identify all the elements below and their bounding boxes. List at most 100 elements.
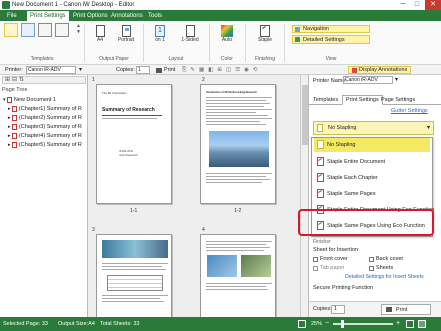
printer-dropdown-icon[interactable]: ▾ bbox=[79, 66, 82, 74]
page-thumbnail[interactable]: The 3D Corporation Summary of Research J… bbox=[96, 84, 172, 204]
color-mode-button[interactable]: Auto bbox=[216, 25, 238, 43]
panel-copies-label: Copies: bbox=[313, 306, 332, 312]
status-total-sheets: Total Sheets: 33 bbox=[100, 321, 140, 327]
orientation-button[interactable]: Portrait bbox=[114, 25, 138, 43]
toolbar-tool-icons[interactable]: ⎘✎▦◧⊞◫☰◉⟲ bbox=[182, 66, 262, 74]
navigation-icon bbox=[295, 26, 300, 32]
back-cover-checkbox[interactable]: Back cover bbox=[369, 256, 403, 262]
window-title: New Document 1 - Canon iW Desktop - Edit… bbox=[12, 2, 135, 8]
secure-printing-heading: Secure Printing Function bbox=[313, 285, 374, 291]
panel-copies-input[interactable]: 1 bbox=[331, 305, 345, 314]
gutter-settings-link[interactable]: Gutter Settings bbox=[391, 108, 428, 114]
chapter-icon bbox=[11, 141, 17, 148]
sided-button[interactable]: 1-Sided bbox=[176, 25, 204, 43]
zoom-out-icon[interactable]: − bbox=[325, 320, 329, 327]
tab-tools[interactable]: Tools bbox=[145, 11, 165, 21]
page-view: 1 2 The 3D Corporation Summary of Resear… bbox=[88, 75, 308, 319]
template-icon[interactable] bbox=[38, 23, 52, 37]
panel-printer-select[interactable]: Canon iR-ADV bbox=[343, 76, 393, 84]
ribbon: ▲ ▼ Templates A4 Portrait Output Paper 1 … bbox=[0, 21, 441, 65]
output-paper-group-label: Output Paper bbox=[99, 56, 129, 62]
tab-print-settings[interactable]: Print Settings bbox=[27, 11, 69, 21]
page-photo bbox=[241, 255, 271, 277]
panel-printer-dropdown-icon[interactable]: ▾ bbox=[395, 76, 398, 84]
stapling-option[interactable]: Staple Each Chapter bbox=[314, 171, 378, 185]
view-mode-icon[interactable] bbox=[406, 320, 414, 328]
chapter-icon bbox=[11, 114, 17, 121]
page-thumbnail[interactable]: Introduction of 3D Ink Recording Researc… bbox=[200, 84, 276, 204]
template-icon[interactable] bbox=[21, 23, 35, 37]
page-title-text: Summary of Research bbox=[102, 107, 155, 113]
view-group-label: View bbox=[325, 56, 337, 62]
sheets-checkbox[interactable]: Sheets bbox=[369, 265, 393, 271]
copies-input[interactable]: 1 bbox=[136, 66, 150, 74]
page-photo bbox=[102, 240, 168, 258]
zoom-slider-thumb[interactable] bbox=[341, 320, 344, 328]
tree-item-chapter[interactable]: ▸ (Chapter2) Summary of R bbox=[8, 114, 82, 122]
zoom-slider[interactable] bbox=[333, 320, 393, 328]
app-icon bbox=[2, 1, 10, 9]
maximize-button[interactable]: □ bbox=[410, 0, 424, 10]
tree-tool-icons[interactable]: ⊞⊟⇅ bbox=[5, 76, 26, 83]
fit-page-icon[interactable] bbox=[298, 320, 306, 328]
navigation-button[interactable]: Navigation bbox=[292, 25, 370, 33]
one-sided-icon bbox=[185, 25, 195, 37]
detailed-settings-button[interactable]: Detailed Settings bbox=[292, 35, 370, 44]
chapter-number: 3 bbox=[92, 227, 95, 233]
printer-select[interactable]: Canon iR-ADV bbox=[26, 66, 76, 74]
detailed-settings-label: Detailed Settings bbox=[303, 36, 345, 43]
display-annotations-button[interactable]: Display Annotations bbox=[348, 66, 412, 74]
view-mode-icon[interactable] bbox=[418, 320, 426, 328]
page-thumbnail[interactable] bbox=[96, 234, 172, 319]
template-scroll-icon[interactable]: ▲ ▼ bbox=[76, 23, 81, 41]
color-group-label: Color bbox=[221, 56, 233, 62]
tab-page-settings[interactable]: Page Settings bbox=[381, 96, 415, 104]
panel-print-button[interactable]: Print bbox=[381, 304, 431, 315]
close-button[interactable]: ✕ bbox=[425, 0, 441, 10]
tree-item-chapter[interactable]: ▸ (Chapter1) Summary of R bbox=[8, 105, 82, 113]
staple-button[interactable]: Staple bbox=[252, 25, 278, 43]
stapling-option[interactable]: No Stapling bbox=[314, 138, 430, 152]
front-cover-checkbox[interactable]: Front cover bbox=[313, 256, 348, 262]
paper-size-button[interactable]: A4 bbox=[91, 25, 109, 43]
tab-print-settings-panel[interactable]: Print Settings bbox=[342, 95, 383, 105]
output-paper-group: A4 Portrait Output Paper bbox=[88, 23, 140, 63]
template-icon[interactable] bbox=[55, 23, 69, 37]
page-table bbox=[107, 275, 163, 291]
document-icon bbox=[6, 96, 12, 103]
stapling-option[interactable]: Staple Same Pages bbox=[314, 187, 376, 201]
tree-item-chapter[interactable]: ▸ (Chapter3) Summary of R bbox=[8, 123, 82, 131]
pages-per-sheet-button[interactable]: 1 on 1 bbox=[150, 25, 170, 43]
chapter-number: 1 bbox=[92, 77, 95, 83]
zoom-in-icon[interactable]: + bbox=[396, 320, 400, 327]
view-group: Navigation Detailed Settings View bbox=[288, 23, 374, 63]
tab-print-options[interactable]: Print Options bbox=[70, 11, 111, 21]
page-thumbnail[interactable] bbox=[200, 234, 276, 319]
minimize-button[interactable]: ─ bbox=[396, 0, 410, 10]
zoom-level: 25% bbox=[311, 321, 323, 327]
stapling-option[interactable]: Staple Entire Document bbox=[314, 155, 385, 169]
stapling-select[interactable]: No Stapling ▾ bbox=[313, 121, 434, 135]
templates-group: ▲ ▼ Templates bbox=[4, 23, 81, 63]
layout-group-label: Layout bbox=[168, 56, 184, 62]
tab-file[interactable]: File bbox=[4, 11, 20, 21]
pages-per-sheet-label: on 1 bbox=[155, 37, 165, 43]
tree-item-document[interactable]: ▾ New Document 1 bbox=[3, 96, 56, 104]
tab-annotations[interactable]: Annotations bbox=[108, 11, 146, 21]
detailed-settings-icon bbox=[295, 37, 300, 42]
tree-item-chapter[interactable]: ▸ (Chapter4) Summary of R bbox=[8, 132, 82, 140]
tab-templates[interactable]: Templates bbox=[313, 96, 338, 104]
print-button[interactable]: Print bbox=[156, 66, 175, 74]
layout-group: 1 on 1 1-Sided Layout bbox=[146, 23, 206, 63]
tree-toolbar: ⊞⊟⇅ bbox=[2, 76, 86, 84]
chapter-icon bbox=[11, 105, 17, 112]
printer-label: Printer: bbox=[5, 67, 23, 73]
sheet-insertion-heading: Sheet for Insertion bbox=[313, 247, 358, 253]
template-icon[interactable] bbox=[4, 23, 18, 37]
vertical-scrollbar[interactable] bbox=[300, 75, 308, 317]
insert-sheets-link[interactable]: Detailed Settings for Insert Sheets bbox=[345, 274, 424, 280]
tab-paper-checkbox[interactable]: Tab paper bbox=[313, 265, 344, 271]
pages-per-sheet-icon: 1 bbox=[155, 25, 165, 37]
tree-item-chapter[interactable]: ▸ (Chapter5) Summary of R bbox=[8, 141, 82, 149]
status-bar: Selected Page: 33 Output Size:A4 Total S… bbox=[0, 317, 441, 331]
